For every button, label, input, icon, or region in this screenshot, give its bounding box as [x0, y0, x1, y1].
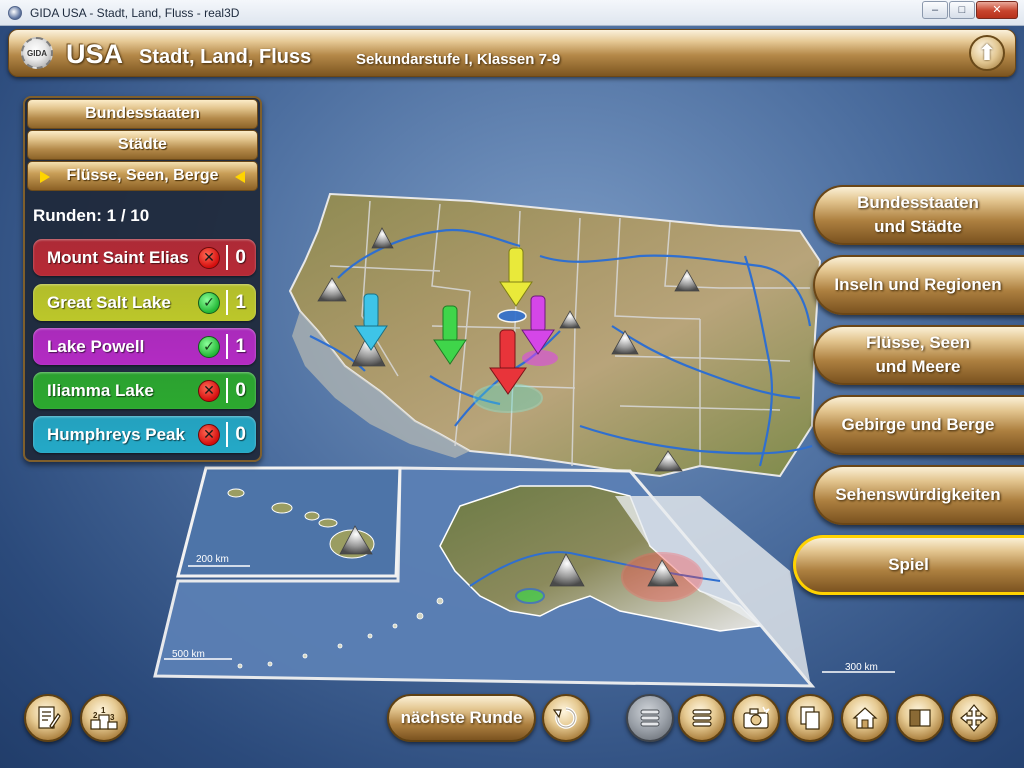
notes-icon: [38, 706, 61, 729]
wrong-icon: ✕: [198, 246, 220, 269]
category-cities[interactable]: Städte: [27, 130, 258, 160]
minimize-button[interactable]: –: [922, 1, 948, 19]
copy-icon: [800, 706, 820, 730]
menu-states-cities[interactable]: Bundesstaaten und Städte: [813, 185, 1024, 245]
score-row-3: Iliamma Lake ✕ 0: [33, 372, 256, 409]
score-points: 0: [235, 246, 246, 268]
main-scale: 300 km: [845, 662, 878, 673]
header-bar: GIDA USA Stadt, Land, Fluss Sekundarstuf…: [8, 29, 1016, 77]
up-arrow-icon: ⬆: [977, 40, 997, 65]
list-button[interactable]: [678, 694, 726, 742]
close-button[interactable]: ✕: [976, 1, 1018, 19]
game-panel: Bundesstaaten Städte Flüsse, Seen, Berge…: [23, 96, 262, 462]
divider: [226, 290, 228, 315]
svg-text:3: 3: [110, 713, 115, 722]
score-row-2: Lake Powell ✓ 1: [33, 328, 256, 365]
svg-text:1: 1: [101, 706, 106, 715]
menu-sights[interactable]: Sehenswürdigkeiten: [813, 465, 1024, 525]
round-counter: Runden: 1 / 10: [33, 206, 149, 226]
page-title: USA: [66, 39, 124, 69]
hawaii-inset: 200 km: [176, 466, 402, 578]
move-icon: [960, 704, 988, 732]
score-label: Iliamma Lake: [47, 380, 154, 400]
list-icon: [692, 709, 712, 727]
app-icon: [8, 5, 22, 20]
grade-level: Sekundarstufe I, Klassen 7-9: [356, 51, 561, 68]
category-label: Städte: [118, 136, 167, 153]
check-icon: ✓: [198, 291, 220, 314]
menu-game[interactable]: Spiel: [793, 535, 1024, 595]
score-label: Great Salt Lake: [47, 292, 171, 312]
score-label: Humphreys Peak: [47, 424, 185, 444]
window-controls: – □ ✕: [921, 1, 1018, 19]
wrong-icon: ✕: [198, 379, 220, 402]
wrong-icon: ✕: [198, 423, 220, 446]
window-title: GIDA USA - Stadt, Land, Fluss - real3D: [30, 5, 240, 20]
up-arrow-button[interactable]: ⬆: [969, 35, 1005, 71]
divider: [226, 378, 228, 403]
menu-mountains[interactable]: Gebirge und Berge: [813, 395, 1024, 455]
notes-button[interactable]: [24, 694, 72, 742]
copy-button[interactable]: [786, 694, 834, 742]
category-label: Flüsse, Seen, Berge: [66, 167, 219, 184]
category-rivers-lakes-mountains[interactable]: Flüsse, Seen, Berge: [27, 161, 258, 191]
score-label: Mount Saint Elias: [47, 247, 189, 267]
next-round-button[interactable]: nächste Runde: [387, 694, 536, 742]
score-row-4: Humphreys Peak ✕ 0: [33, 416, 256, 453]
score-row-1: Great Salt Lake ✓ 1: [33, 284, 256, 321]
maximize-button[interactable]: □: [949, 1, 975, 19]
app-stage: 200 km 500 km 300 km GIDA USA Stadt, Lan…: [0, 26, 1024, 768]
menu-label: Inseln und Regionen: [834, 275, 1002, 294]
arrow-right-icon: [40, 171, 50, 183]
menu-rivers-lakes-seas[interactable]: Flüsse, Seen und Meere: [813, 325, 1024, 385]
gida-logo: GIDA: [21, 37, 53, 69]
restart-button[interactable]: [542, 694, 590, 742]
list-dim-button[interactable]: [626, 694, 674, 742]
category-states[interactable]: Bundesstaaten: [27, 99, 258, 129]
arrow-left-icon: [235, 171, 245, 183]
home-button[interactable]: [841, 694, 889, 742]
menu-label: Bundesstaaten und Städte: [857, 193, 979, 236]
divider: [226, 334, 228, 359]
score-points: 0: [235, 423, 246, 445]
score-points: 0: [235, 379, 246, 401]
menu-islands-regions[interactable]: Inseln und Regionen: [813, 255, 1024, 315]
score-points: 1: [235, 335, 246, 357]
menu-label: Spiel: [888, 555, 929, 574]
home-icon: [852, 707, 878, 729]
score-points: 1: [235, 291, 246, 313]
podium-icon: 1 2 3: [90, 706, 118, 730]
camera-icon: [743, 706, 770, 729]
hawaii-scale: 200 km: [196, 554, 229, 565]
screenshot-button[interactable]: [732, 694, 780, 742]
alaska-scale: 500 km: [172, 649, 205, 660]
window-icon: [909, 709, 931, 727]
menu-label: Sehenswürdigkeiten: [835, 485, 1001, 504]
score-label: Lake Powell: [47, 336, 145, 356]
menu-label: Gebirge und Berge: [841, 415, 995, 434]
divider: [226, 422, 228, 447]
score-row-0: Mount Saint Elias ✕ 0: [33, 239, 256, 276]
round-value: 1 / 10: [106, 206, 150, 225]
divider: [226, 245, 228, 270]
round-label: Runden:: [33, 206, 102, 225]
menu-label: Flüsse, Seen und Meere: [866, 333, 970, 376]
page-subtitle: Stadt, Land, Fluss: [139, 46, 312, 68]
category-label: Bundesstaaten: [85, 105, 200, 122]
window-titlebar: GIDA USA - Stadt, Land, Fluss - real3D –…: [0, 0, 1024, 26]
move-button[interactable]: [950, 694, 998, 742]
window-mode-button[interactable]: [896, 694, 944, 742]
check-icon: ✓: [198, 335, 220, 358]
svg-text:2: 2: [93, 711, 98, 720]
list-dim-icon: [640, 709, 660, 727]
restart-icon: [552, 707, 577, 729]
highscore-button[interactable]: 1 2 3: [80, 694, 128, 742]
